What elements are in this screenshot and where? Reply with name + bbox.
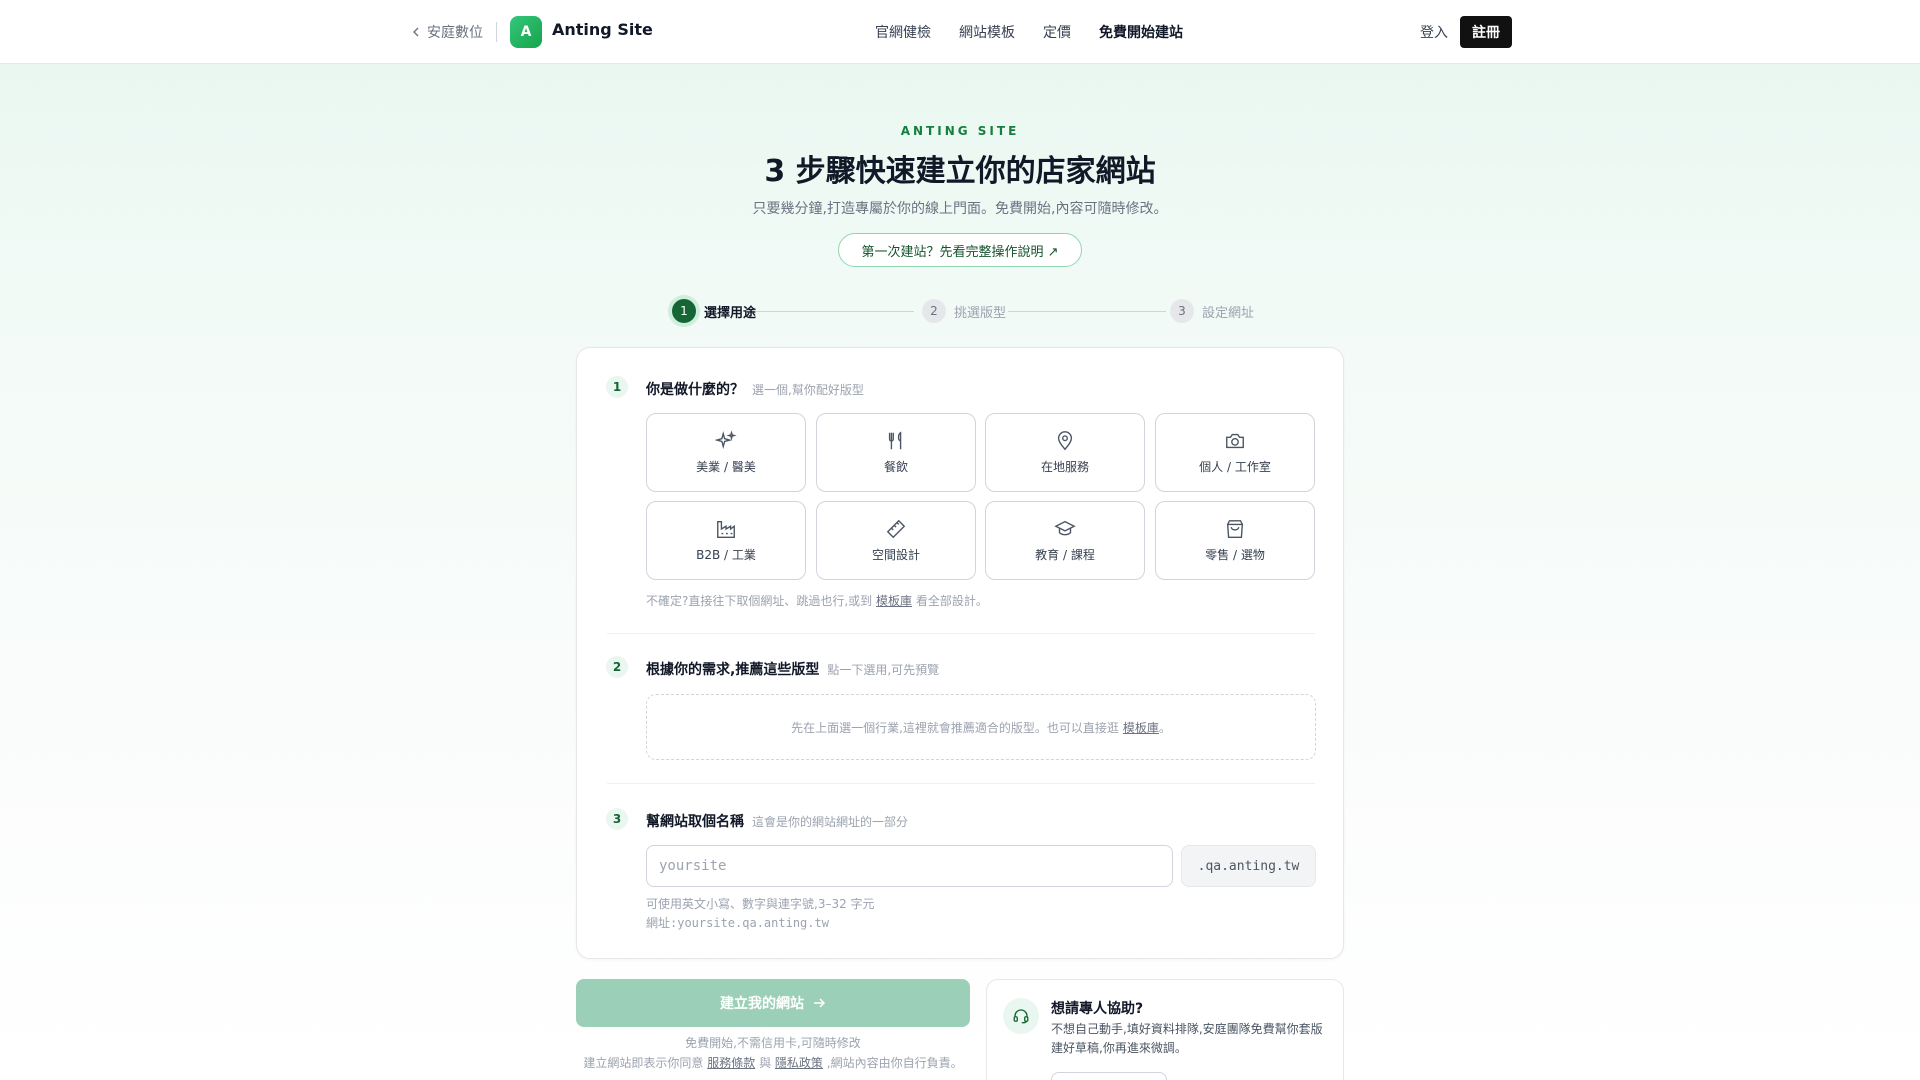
section-1-hint: 選一個,幫你配好版型 xyxy=(752,383,864,397)
factory-icon xyxy=(717,520,735,538)
back-link[interactable]: 安庭數位 xyxy=(410,22,483,42)
stepper-line-2 xyxy=(1008,311,1166,312)
arrow-right-icon xyxy=(814,998,826,1008)
section-divider xyxy=(607,633,1315,634)
signup-button[interactable]: 註冊 xyxy=(1460,16,1512,48)
terms-link[interactable]: 服務條款 xyxy=(707,1056,755,1070)
legal-and: 與 xyxy=(759,1056,772,1070)
camera-icon xyxy=(1226,433,1244,449)
shopping-bag-icon xyxy=(1226,520,1244,538)
guide-link-label: 第一次建站？先看完整操作說明 ↗ xyxy=(861,244,1059,260)
headset-icon xyxy=(1003,998,1039,1034)
page-title: 3 步驟快速建立你的店家網站 xyxy=(764,154,1156,189)
section-divider xyxy=(607,783,1315,784)
help-request-button[interactable] xyxy=(1051,1072,1167,1080)
hero-subtitle: 只要幾分鐘,打造專屬於你的線上門面。免費開始,內容可隨時修改。 xyxy=(752,201,1168,217)
ruler-icon xyxy=(886,519,906,539)
industry-tile-retail[interactable]: 零售 / 選物 xyxy=(1155,501,1315,580)
site-name-rule: 可使用英文小寫、數字與連字號,3–32 字元 xyxy=(646,897,875,911)
empty-text-end: 。 xyxy=(1158,720,1171,735)
industry-label: 空間設計 xyxy=(871,548,920,562)
stepper-step-1: 1 選擇用途 xyxy=(672,299,756,323)
section-1-number: 1 xyxy=(606,376,628,398)
login-link[interactable]: 登入 xyxy=(1420,22,1448,42)
industry-label: 零售 / 選物 xyxy=(1205,548,1265,562)
industry-tile-food[interactable]: 餐飲 xyxy=(816,413,976,492)
stepper-step-2: 2 挑選版型 xyxy=(922,299,1006,323)
url-preview: 網址:yoursite.qa.anting.tw xyxy=(646,916,829,930)
section-2-number: 2 xyxy=(606,656,628,678)
section-2-title: 根據你的需求,推薦這些版型 點一下選用,可先預覽 xyxy=(646,659,939,679)
industry-label: 美業 / 醫美 xyxy=(696,460,756,474)
industry-tile-studio[interactable]: 個人 / 工作室 xyxy=(1155,413,1315,492)
industry-tile-interior[interactable]: 空間設計 xyxy=(816,501,976,580)
industry-label: B2B / 工業 xyxy=(696,548,756,562)
industry-label: 個人 / 工作室 xyxy=(1199,460,1271,474)
section-1-title-text: 你是做什麼的？ xyxy=(646,382,744,398)
top-navbar: 安庭數位 A Anting Site 官網健檢 網站模板 定價 免費開始建站 登… xyxy=(0,0,1920,64)
section-1-title: 你是做什麼的？ 選一個,幫你配好版型 xyxy=(646,379,864,399)
section-3-number: 3 xyxy=(606,808,628,830)
note-text: 不確定?直接往下取個網址、跳過也行,或到 xyxy=(646,594,873,608)
template-recommendations-empty: 先在上面選一個行業,這裡就會推薦適合的版型。也可以直接逛 模板庫 。 xyxy=(646,694,1316,760)
create-site-button[interactable]: 建立我的網站 xyxy=(576,979,970,1027)
step-label: 挑選版型 xyxy=(954,305,1007,321)
industry-tile-b2b[interactable]: B2B / 工業 xyxy=(646,501,806,580)
stepper-step-3: 3 設定網址 xyxy=(1170,299,1254,323)
nav-health-check[interactable]: 官網健檢 xyxy=(875,22,931,42)
legal-text-end: ,網站內容由你自行負責。 xyxy=(826,1056,963,1070)
nav-templates[interactable]: 網站模板 xyxy=(959,22,1015,42)
brand-name[interactable]: Anting Site xyxy=(552,20,653,39)
cta-note: 免費開始,不需信用卡,可隨時修改 xyxy=(685,1036,861,1050)
industry-tile-local[interactable]: 在地服務 xyxy=(985,413,1145,492)
template-library-link[interactable]: 模板庫 xyxy=(1123,719,1159,736)
nav-pricing[interactable]: 定價 xyxy=(1043,22,1071,42)
site-name-input[interactable] xyxy=(646,845,1173,887)
map-pin-icon xyxy=(1057,431,1073,451)
setup-card: 1 你是做什麼的？ 選一個,幫你配好版型 美業 / 醫美 餐飲 在地服務 個人 /… xyxy=(576,347,1344,959)
help-card: 想請專人協助? 不想自己動手,填好資料排隊,安庭團隊免費幫你套版建好草稿,你再進… xyxy=(986,979,1344,1080)
domain-suffix: .qa.anting.tw xyxy=(1181,845,1316,887)
help-title: 想請專人協助? xyxy=(1051,1001,1144,1017)
step-number: 1 xyxy=(672,299,696,323)
note-text-end: 看全部設計。 xyxy=(915,594,988,608)
hero-eyebrow: ANTING SITE xyxy=(900,124,1020,138)
help-body: 不想自己動手,填好資料排隊,安庭團隊免費幫你套版建好草稿,你再進來微調。 xyxy=(1051,1022,1323,1055)
nav-start-free[interactable]: 免費開始建站 xyxy=(1099,22,1183,42)
section-2-title-text: 根據你的需求,推薦這些版型 xyxy=(646,662,820,678)
main-nav: 官網健檢 網站模板 定價 免費開始建站 xyxy=(875,22,1183,42)
step-label: 設定網址 xyxy=(1202,305,1255,321)
chevron-left-icon xyxy=(413,27,419,37)
template-library-link[interactable]: 模板庫 xyxy=(876,594,912,608)
empty-text: 先在上面選一個行業,這裡就會推薦適合的版型。也可以直接逛 xyxy=(791,720,1119,735)
step-number: 3 xyxy=(1170,299,1194,323)
industry-label: 在地服務 xyxy=(1040,460,1089,474)
legal-text: 建立網站即表示你同意 xyxy=(583,1056,704,1070)
section-1-note: 不確定?直接往下取個網址、跳過也行,或到 模板庫 看全部設計。 xyxy=(646,592,988,609)
industry-tile-beauty[interactable]: 美業 / 醫美 xyxy=(646,413,806,492)
create-site-label: 建立我的網站 xyxy=(720,996,804,1012)
industry-label: 餐飲 xyxy=(883,460,908,474)
industry-label: 教育 / 課程 xyxy=(1035,548,1095,562)
logo-letter: A xyxy=(520,24,532,40)
step-number: 2 xyxy=(922,299,946,323)
sparkles-icon xyxy=(715,430,737,450)
header-divider xyxy=(496,22,497,42)
cta-legal: 建立網站即表示你同意 服務條款 與 隱私政策 ,網站內容由你自行負責。 xyxy=(576,1054,970,1071)
graduation-cap-icon xyxy=(1054,520,1076,536)
section-3-title: 幫網站取個名稱 這會是你的網站網址的一部分 xyxy=(646,811,908,831)
section-3-title-text: 幫網站取個名稱 xyxy=(646,814,744,830)
stepper-line-1 xyxy=(756,311,914,312)
guide-link[interactable]: 第一次建站？先看完整操作說明 ↗ xyxy=(838,233,1082,267)
section-3-hint: 這會是你的網站網址的一部分 xyxy=(752,815,909,829)
back-link-label: 安庭數位 xyxy=(427,25,483,41)
section-2-hint: 點一下選用,可先預覽 xyxy=(827,663,940,677)
industry-tile-education[interactable]: 教育 / 課程 xyxy=(985,501,1145,580)
brand-logo[interactable]: A xyxy=(510,16,542,48)
privacy-link[interactable]: 隱私政策 xyxy=(775,1056,823,1070)
utensils-icon xyxy=(888,431,902,450)
step-label: 選擇用途 xyxy=(704,305,757,321)
